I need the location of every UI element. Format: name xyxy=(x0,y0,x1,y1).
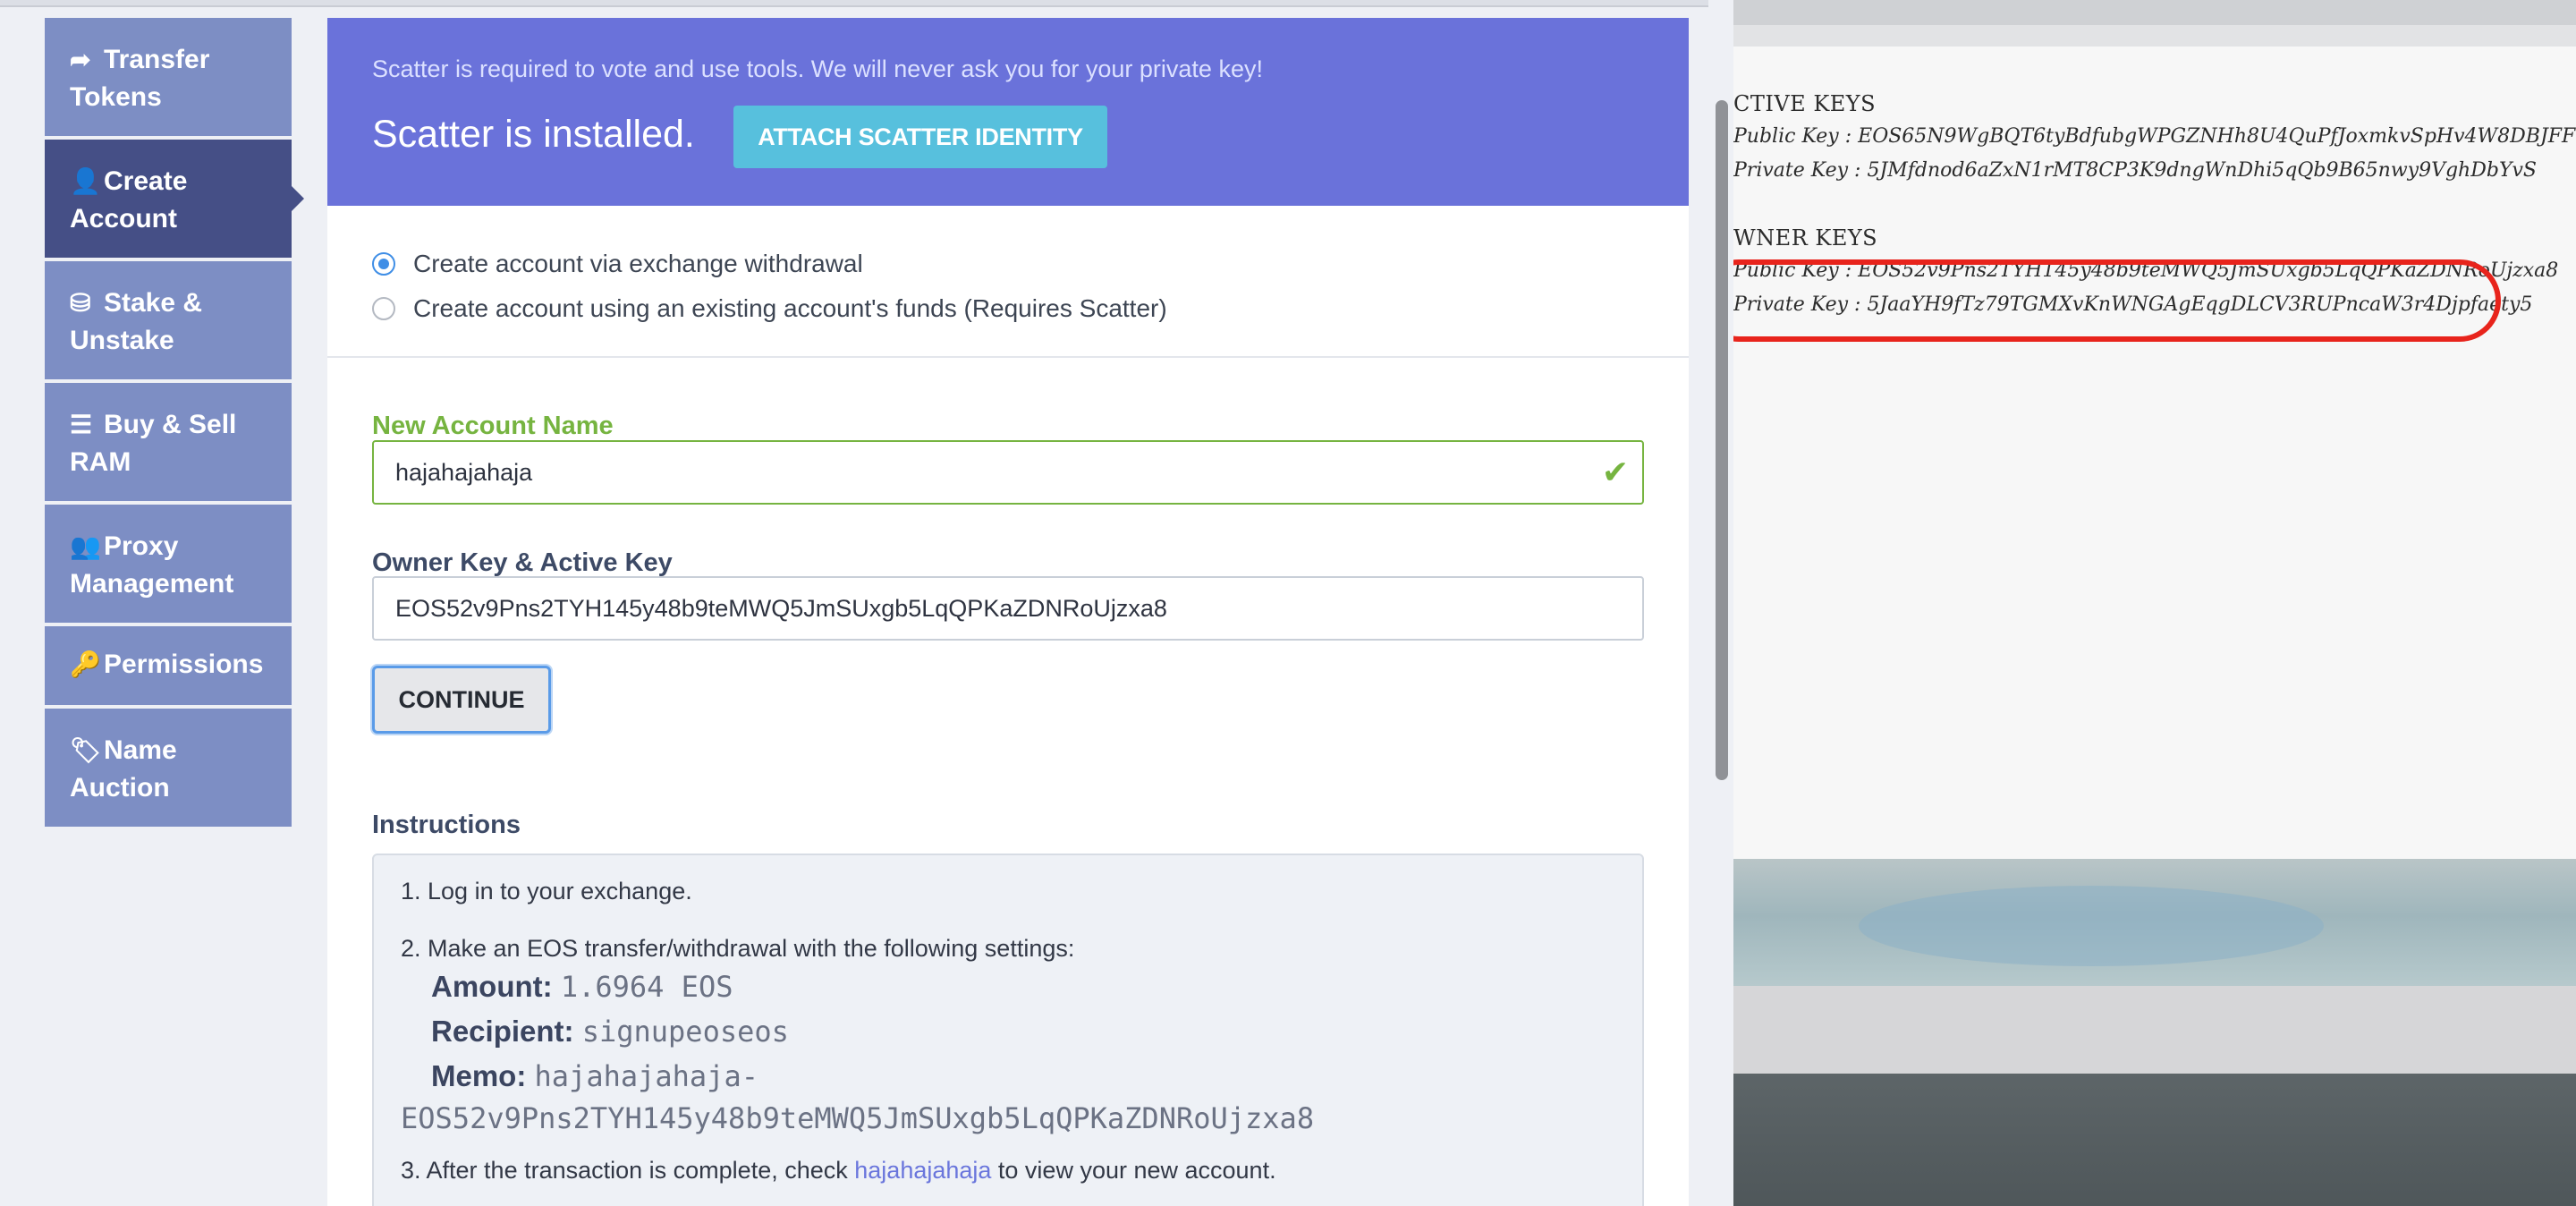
account-name-label: New Account Name xyxy=(372,412,614,440)
attach-scatter-identity-button[interactable]: ATTACH SCATTER IDENTITY xyxy=(733,106,1107,168)
viewer-margin xyxy=(1733,25,2576,47)
memo-row: Memo: hajahajahaja- xyxy=(401,1054,1615,1099)
sand-photo-strip xyxy=(1733,1074,2576,1206)
instruction-step-3: 3. After the transaction is complete, ch… xyxy=(401,1154,1615,1186)
water-shape xyxy=(1859,886,2324,966)
scatter-note: Scatter is required to vote and use tool… xyxy=(372,55,1263,82)
account-name-input[interactable] xyxy=(372,440,1644,505)
main-panel: Scatter is required to vote and use tool… xyxy=(327,18,1689,1206)
option-existing-label: Create account using an existing account… xyxy=(413,294,1167,322)
window-top-edge xyxy=(0,0,1733,7)
sidebar: ➦ Transfer Tokens 👤 Create Account ⛁ Stake … xyxy=(45,18,304,830)
option-existing-account[interactable]: Create account using an existing account… xyxy=(372,286,1167,331)
users-icon: 👥 xyxy=(70,532,101,560)
amount-label: Amount: xyxy=(431,970,553,1003)
option-exchange-withdrawal[interactable]: Create account via exchange withdrawal xyxy=(372,242,1167,286)
key-icon: 🔑 xyxy=(70,650,101,678)
radio-existing[interactable] xyxy=(372,297,395,320)
handwritten-note-paper: CTIVE KEYS Public Key : EOS65N9WgBQT6tyB… xyxy=(1733,47,2576,859)
owner-keys-heading: WNER KEYS xyxy=(1733,225,1878,251)
inbox-icon: ⛁ xyxy=(70,289,91,317)
amount-row: Amount: 1.6964 EOS xyxy=(401,964,1615,1009)
app-window: ➦ Transfer Tokens 👤 Create Account ⛁ Stake … xyxy=(0,0,1733,1206)
photo-viewer: CTIVE KEYS Public Key : EOS65N9WgBQT6tyB… xyxy=(1733,0,2576,1206)
owner-active-key-input[interactable] xyxy=(372,576,1644,641)
scatter-status-title: Scatter is installed. xyxy=(372,113,695,156)
section-divider xyxy=(327,356,1689,358)
memo-label: Memo: xyxy=(431,1059,527,1092)
active-private-key: Private Key : 5JMfdnod6aZxN1rMT8CP3K9dng… xyxy=(1733,159,2537,182)
user-icon: 👤 xyxy=(70,167,101,195)
step3-text-post: to view your new account. xyxy=(991,1157,1276,1184)
tag-icon: 🏷 xyxy=(70,736,102,764)
sidebar-item-permissions[interactable]: 🔑 Permissions xyxy=(45,626,292,705)
instruction-step-2: 2. Make an EOS transfer/withdrawal with … xyxy=(401,935,1075,962)
option-exchange-label: Create account via exchange withdrawal xyxy=(413,250,863,277)
sidebar-item-label: Permissions xyxy=(104,650,264,679)
checkmark-icon: ✔ xyxy=(1601,454,1630,490)
sidebar-item-proxy-management[interactable]: 👥 Proxy Management xyxy=(45,505,292,623)
step3-text-pre: 3. After the transaction is complete, ch… xyxy=(401,1157,855,1184)
recipient-row: Recipient: signupeoseos xyxy=(401,1009,1615,1054)
sidebar-item-name-auction[interactable]: 🏷Name Auction xyxy=(45,709,292,827)
create-method-options: Create account via exchange withdrawal C… xyxy=(372,242,1167,331)
instructions-box: 1. Log in to your exchange. 2. Make an E… xyxy=(372,854,1644,1206)
memo-value-part-2: EOS52v9Pns2TYH145y48b9teMWQ5JmSUxgb5LqQP… xyxy=(401,1101,1315,1135)
photo-frame-bar xyxy=(1733,986,2576,1074)
account-link[interactable]: hajahajahaja xyxy=(854,1157,991,1184)
recipient-value: signupeoseos xyxy=(581,1015,789,1049)
sidebar-item-stake-unstake[interactable]: ⛁ Stake & Unstake xyxy=(45,261,292,379)
sidebar-item-create-account[interactable]: 👤 Create Account xyxy=(45,140,304,258)
share-arrow-icon: ➦ xyxy=(70,46,91,73)
instructions-heading: Instructions xyxy=(372,811,521,839)
sidebar-item-transfer-tokens[interactable]: ➦ Transfer Tokens xyxy=(45,18,292,136)
sidebar-item-buy-sell-ram[interactable]: ☰ Buy & Sell RAM xyxy=(45,383,292,501)
instruction-step-1: 1. Log in to your exchange. xyxy=(401,878,692,904)
active-keys-heading: CTIVE KEYS xyxy=(1733,91,1877,116)
red-highlight-oval xyxy=(1733,259,2501,342)
server-icon: ☰ xyxy=(70,411,93,438)
owner-active-key-label: Owner Key & Active Key xyxy=(372,548,673,577)
scrollbar-thumb[interactable] xyxy=(1716,100,1728,780)
amount-value: 1.6964 EOS xyxy=(560,970,733,1004)
active-public-key: Public Key : EOS65N9WgBQT6tyBdfubgWPGZNH… xyxy=(1733,125,2576,148)
memo-value-part-1: hajahajahaja- xyxy=(534,1059,758,1093)
continue-button[interactable]: CONTINUE xyxy=(372,666,551,734)
scatter-banner: Scatter is required to vote and use tool… xyxy=(327,18,1689,206)
radio-exchange-selected[interactable] xyxy=(372,252,395,276)
viewer-top-bar xyxy=(1733,0,2576,25)
recipient-label: Recipient: xyxy=(431,1015,574,1048)
